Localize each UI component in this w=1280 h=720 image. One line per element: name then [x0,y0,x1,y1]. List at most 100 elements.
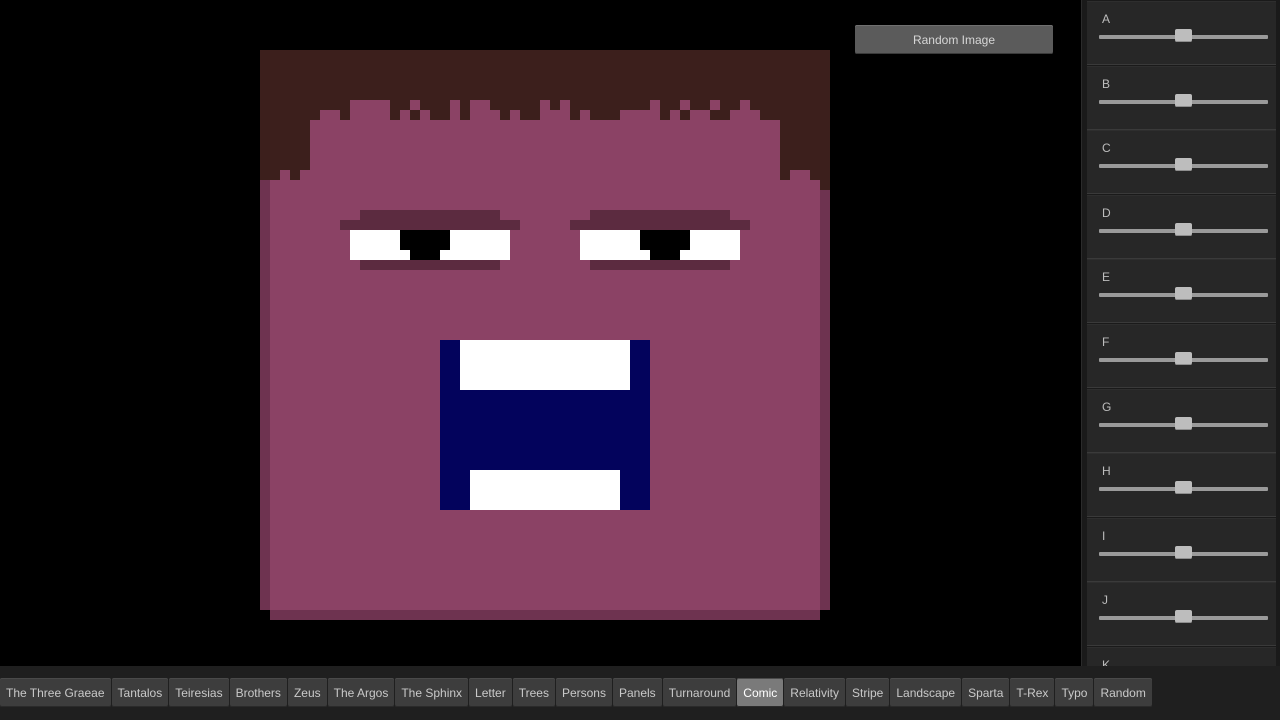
slider-row-h: H [1087,453,1276,518]
slider-thumb[interactable] [1175,222,1192,236]
slider-thumb[interactable] [1175,352,1192,365]
fringe-gap [320,110,340,120]
slider-row-e: E [1087,259,1276,324]
tab-random[interactable]: Random [1094,678,1152,707]
slider-track[interactable] [1099,158,1268,172]
tab-the-three-graeae[interactable]: The Three Graeae [0,678,111,707]
tab-typo[interactable]: Typo [1055,678,1094,707]
left-pupil [400,230,450,250]
fringe-gap [790,170,810,180]
fringe-gap [280,170,290,180]
fringe-gap [450,100,460,120]
slider-thumb[interactable] [1175,93,1192,107]
slider-thumb[interactable] [1175,610,1192,624]
slider-row-g: G [1087,388,1276,453]
tab-turnaround[interactable]: Turnaround [662,678,737,707]
slider-thumb[interactable] [1175,158,1192,172]
slider-row-j: J [1087,582,1276,647]
slider-label: H [1102,464,1111,479]
fringe-gap [620,110,650,120]
fringe-gap [350,100,390,120]
slider-label: D [1102,205,1111,220]
fringe-gap [740,100,750,120]
slider-track[interactable] [1099,222,1268,236]
left-pupil-bottom [410,250,440,260]
tab-panels[interactable]: Panels [612,678,662,707]
slider-label: A [1102,12,1111,26]
slider-thumb[interactable] [1175,481,1192,495]
tab-brothers[interactable]: Brothers [229,678,287,707]
slider-track[interactable] [1099,352,1268,365]
slider-thumb[interactable] [1175,29,1192,42]
fringe-gap [470,100,490,120]
slider-track[interactable] [1099,545,1268,559]
slider-label: B [1102,76,1111,91]
slider-thumb[interactable] [1175,287,1192,301]
tab-relativity[interactable]: Relativity [784,678,845,707]
right-eye-lower-lid [590,260,730,270]
slider-thumb[interactable] [1175,545,1192,559]
slider-track[interactable] [1099,610,1268,624]
fringe-gap [650,100,660,120]
right-pupil [640,230,690,250]
tab-t-rex[interactable]: T-Rex [1010,678,1055,707]
slider-track[interactable] [1099,287,1268,301]
slider-row-i: I [1087,517,1276,582]
tab-bar: The Three Graeae Tantalos Teiresias Brother… [0,666,1280,720]
slider-label: F [1102,335,1110,349]
fringe-gap [580,110,590,120]
tab-letter[interactable]: Letter [469,678,512,707]
left-cheek-shadow [260,180,270,610]
fringe-gap [420,110,430,120]
slider-row-k: K [1087,647,1276,666]
slider-row-d: D [1087,194,1276,259]
slider-track[interactable] [1099,29,1268,42]
slider-label: K [1102,658,1111,666]
slider-label: J [1102,593,1108,608]
fringe-gap [560,100,570,120]
forehead [310,120,780,180]
tab-persons[interactable]: Persons [555,678,612,707]
tab-zeus[interactable]: Zeus [287,678,327,707]
fringe-gap [680,100,690,110]
left-brow [340,220,520,230]
slider-track[interactable] [1099,416,1268,430]
fringe-gap [750,110,760,120]
fringe-gap [550,110,560,120]
slider-label: C [1102,141,1111,156]
right-cheek-shadow [820,190,830,610]
slider-panel: A B C D E F G H I J K [1081,0,1280,666]
tab-teiresias[interactable]: Teiresias [169,678,229,707]
tab-comic[interactable]: Comic [737,678,784,707]
tab-tantalos[interactable]: Tantalos [111,678,169,707]
slider-row-b: B [1087,65,1276,130]
fringe-gap [300,170,310,180]
slider-row-a: A [1087,1,1276,65]
tab-list: The Three Graeae Tantalos Teiresias Brother… [0,678,1153,707]
slider-thumb[interactable] [1175,416,1192,430]
right-brow-top [590,210,730,220]
upper-teeth [460,340,630,390]
tab-sparta[interactable]: Sparta [962,678,1010,707]
slider-row-c: C [1087,130,1276,195]
left-brow-top [360,210,500,220]
random-image-button[interactable]: Random Image [855,25,1053,54]
tab-the-argos[interactable]: The Argos [327,678,395,707]
slider-row-f: F [1087,324,1276,388]
slider-label: E [1102,270,1111,285]
fringe-gap [730,110,740,120]
tab-stripe[interactable]: Stripe [845,678,890,707]
fringe-gap [710,100,720,110]
slider-track[interactable] [1099,93,1268,107]
tab-trees[interactable]: Trees [512,678,555,707]
tab-landscape[interactable]: Landscape [890,678,962,707]
fringe-gap [410,100,420,110]
slider-track[interactable] [1099,481,1268,495]
right-brow [570,220,750,230]
slider-label: I [1102,528,1106,543]
tab-the-sphinx[interactable]: The Sphinx [395,678,469,707]
lower-teeth [470,470,620,510]
slider-label: G [1102,399,1112,414]
fringe-gap [540,100,550,120]
chin-shadow [270,610,820,620]
